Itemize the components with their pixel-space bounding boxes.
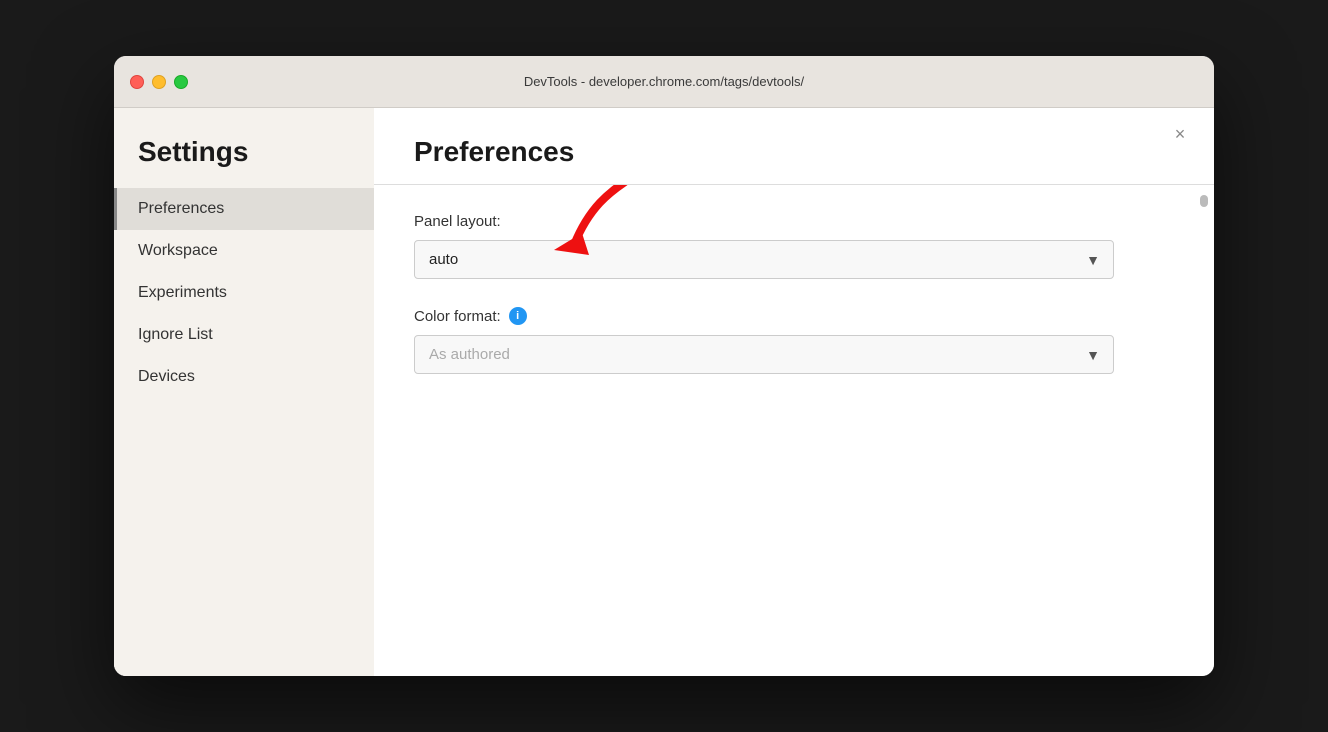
main-content: × Preferences Panel layout: auto horizon…: [374, 108, 1214, 676]
panel-layout-label: Panel layout:: [414, 213, 1174, 230]
panel-layout-select-wrapper: auto horizontal vertical ▼: [414, 240, 1114, 279]
window-content: Settings Preferences Workspace Experimen…: [114, 108, 1214, 676]
close-window-button[interactable]: [130, 75, 144, 89]
sidebar: Settings Preferences Workspace Experimen…: [114, 108, 374, 676]
content-scroll-area[interactable]: Panel layout: auto horizontal vertical ▼…: [374, 185, 1214, 676]
sidebar-item-preferences[interactable]: Preferences: [114, 188, 374, 230]
sidebar-item-devices[interactable]: Devices: [114, 356, 374, 398]
title-bar: DevTools - developer.chrome.com/tags/dev…: [114, 56, 1214, 108]
panel-layout-group: Panel layout: auto horizontal vertical ▼: [414, 213, 1174, 279]
page-title: Preferences: [374, 136, 1214, 184]
maximize-window-button[interactable]: [174, 75, 188, 89]
sidebar-item-experiments[interactable]: Experiments: [114, 272, 374, 314]
close-settings-button[interactable]: ×: [1166, 120, 1194, 148]
panel-layout-select[interactable]: auto horizontal vertical: [414, 240, 1114, 279]
browser-window: DevTools - developer.chrome.com/tags/dev…: [114, 56, 1214, 676]
minimize-window-button[interactable]: [152, 75, 166, 89]
scrollbar-thumb: [1200, 195, 1208, 207]
sidebar-item-ignore-list[interactable]: Ignore List: [114, 314, 374, 356]
window-title: DevTools - developer.chrome.com/tags/dev…: [524, 74, 804, 89]
sidebar-heading: Settings: [114, 136, 374, 188]
nav-list: Preferences Workspace Experiments Ignore…: [114, 188, 374, 398]
color-format-label: Color format: i: [414, 307, 1174, 325]
color-format-select[interactable]: As authored HEX RGB HSL: [414, 335, 1114, 374]
sidebar-item-workspace[interactable]: Workspace: [114, 230, 374, 272]
traffic-lights: [130, 75, 188, 89]
color-format-group: Color format: i: [414, 307, 1174, 374]
color-format-select-wrapper: As authored HEX RGB HSL ▼: [414, 335, 1114, 374]
color-format-info-icon[interactable]: i: [509, 307, 527, 325]
